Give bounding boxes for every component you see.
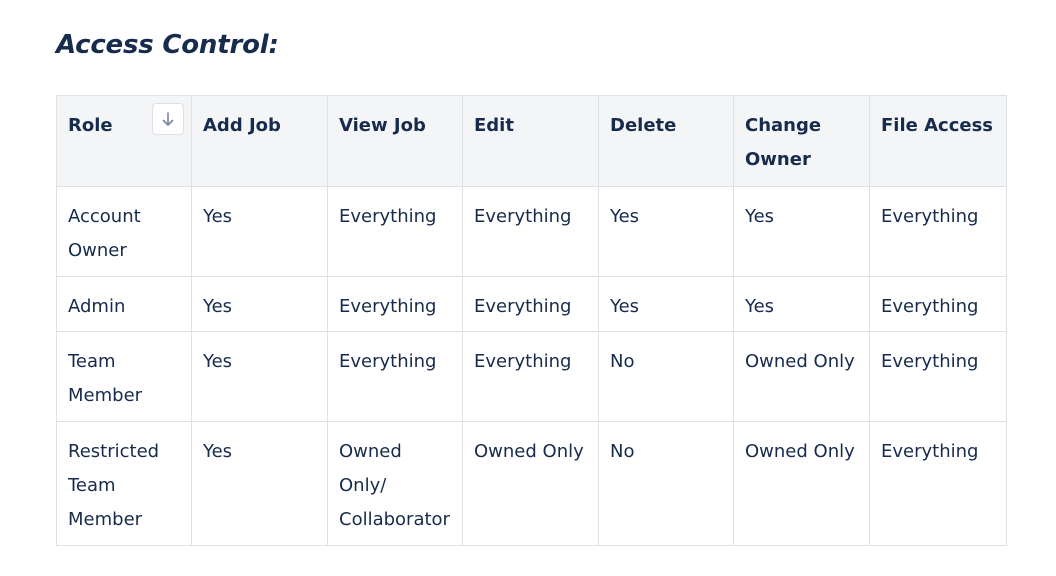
cell-add-job: Yes [191, 421, 328, 546]
cell-role: Team Member [56, 331, 192, 422]
column-header-edit: Edit [462, 95, 599, 187]
cell-file-access: Everything [869, 331, 1007, 422]
arrow-down-icon [162, 112, 174, 126]
sort-button[interactable] [152, 103, 184, 135]
cell-role: Account Owner [56, 186, 192, 277]
page-heading: Access Control: [56, 30, 279, 60]
cell-view-job: Everything [327, 186, 463, 277]
cell-change-owner: Yes [733, 186, 870, 277]
cell-view-job: Owned Only/ Collaborator [327, 421, 463, 546]
column-header-file-access: File Access [869, 95, 1007, 187]
cell-edit: Everything [462, 276, 599, 332]
cell-change-owner: Owned Only [733, 331, 870, 422]
table-row: Admin Yes Everything Everything Yes Yes … [56, 276, 1007, 332]
cell-delete: Yes [598, 186, 734, 277]
cell-delete: No [598, 331, 734, 422]
cell-view-job: Everything [327, 331, 463, 422]
column-header-change-owner: Change Owner [733, 95, 870, 187]
table-row: Account Owner Yes Everything Everything … [56, 186, 1007, 277]
cell-change-owner: Owned Only [733, 421, 870, 546]
column-header-role[interactable]: Role [56, 95, 192, 187]
column-header-delete: Delete [598, 95, 734, 187]
column-header-view-job: View Job [327, 95, 463, 187]
cell-delete: No [598, 421, 734, 546]
column-header-label: Role [68, 115, 113, 136]
cell-edit: Everything [462, 186, 599, 277]
access-control-table: Role Add Job View Job Edit Delete Change… [56, 95, 1007, 546]
cell-file-access: Everything [869, 276, 1007, 332]
column-header-add-job: Add Job [191, 95, 328, 187]
cell-view-job: Everything [327, 276, 463, 332]
table-header-row: Role Add Job View Job Edit Delete Change… [56, 95, 1007, 187]
cell-file-access: Everything [869, 186, 1007, 277]
cell-file-access: Everything [869, 421, 1007, 546]
cell-change-owner: Yes [733, 276, 870, 332]
cell-role: Restricted Team Member [56, 421, 192, 546]
cell-add-job: Yes [191, 186, 328, 277]
cell-delete: Yes [598, 276, 734, 332]
table-row: Team Member Yes Everything Everything No… [56, 331, 1007, 422]
cell-edit: Everything [462, 331, 599, 422]
cell-add-job: Yes [191, 331, 328, 422]
cell-edit: Owned Only [462, 421, 599, 546]
cell-role: Admin [56, 276, 192, 332]
table-row: Restricted Team Member Yes Owned Only/ C… [56, 421, 1007, 546]
cell-add-job: Yes [191, 276, 328, 332]
